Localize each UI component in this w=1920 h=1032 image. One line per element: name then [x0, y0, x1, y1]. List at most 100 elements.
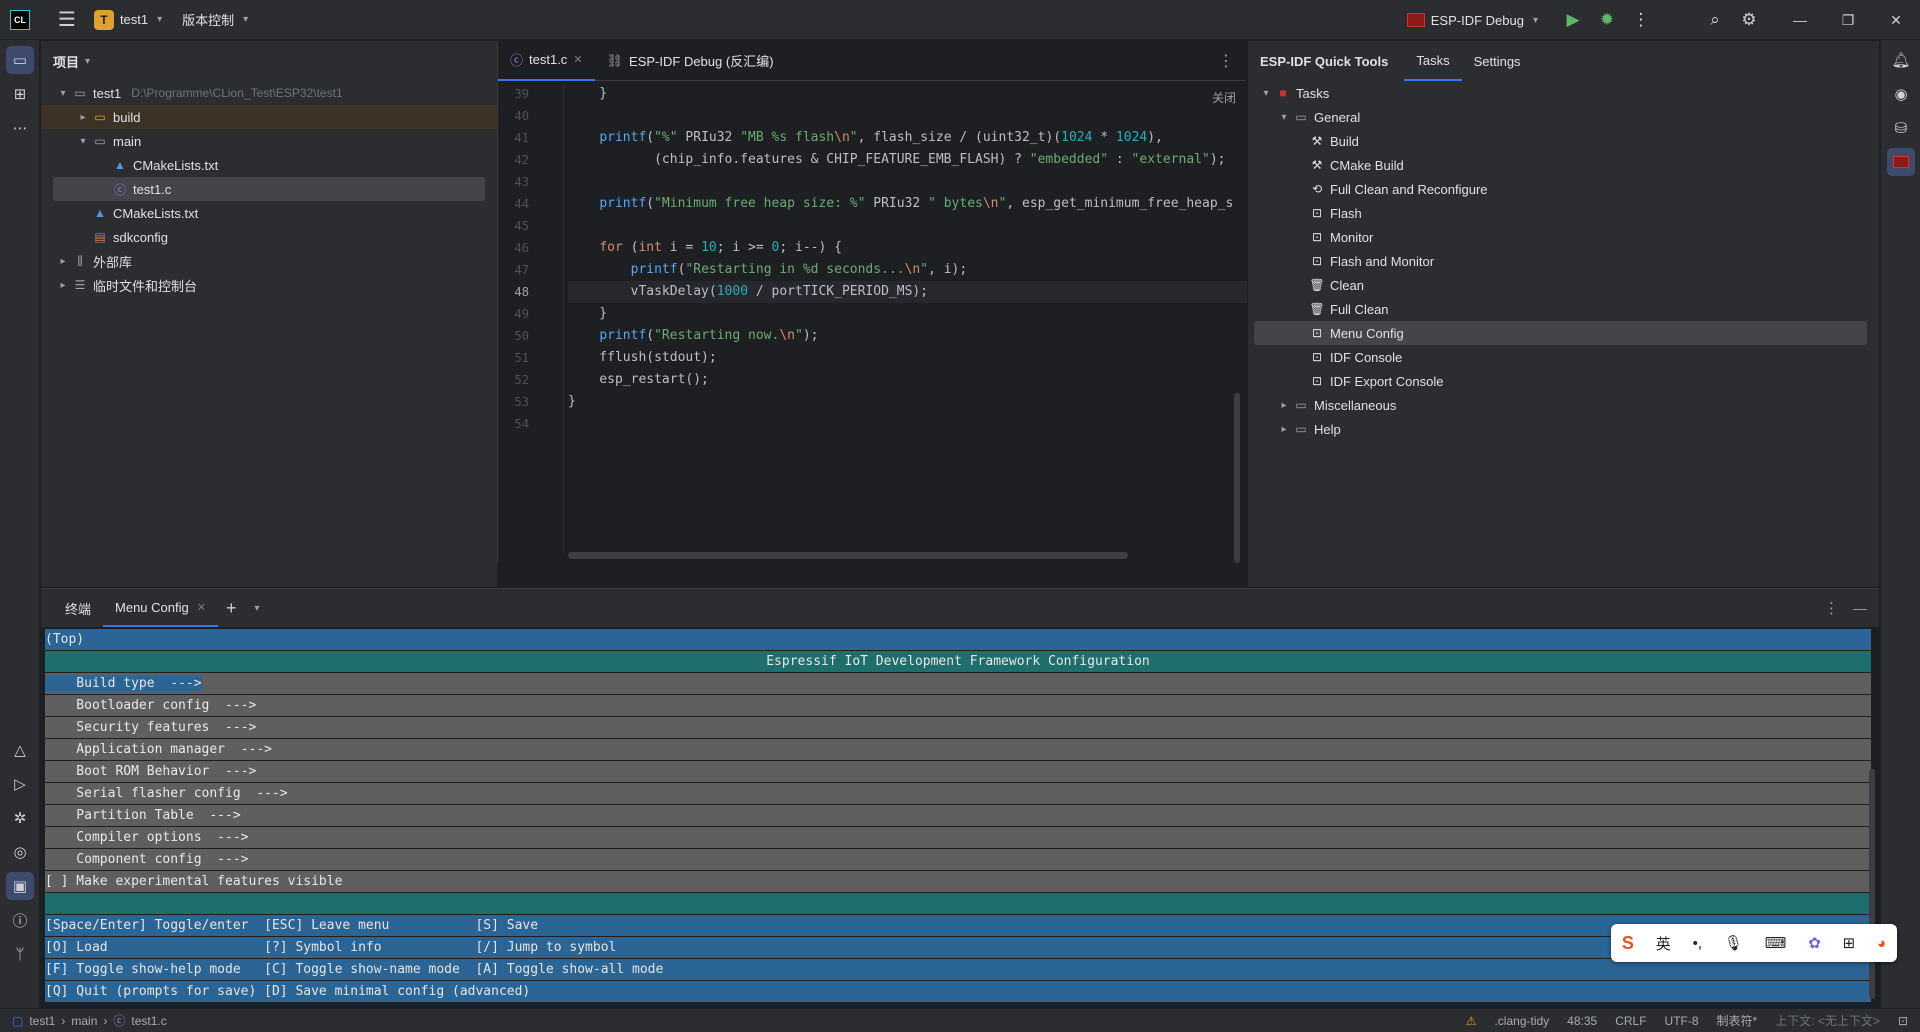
chevron-right-icon[interactable]: ▸ [55, 256, 71, 267]
menuconfig-item[interactable]: [ ] Make experimental features visible [45, 871, 1871, 893]
task-menu-config[interactable]: ⊡ Menu Config [1254, 321, 1867, 345]
project-switcher[interactable]: T test1 ▾ [93, 9, 162, 30]
breadcrumb-item[interactable]: test1.c [131, 1014, 166, 1028]
tree-node-main-cmakelists[interactable]: ▲ CMakeLists.txt [41, 153, 497, 177]
chevron-down-icon[interactable]: ▾ [55, 88, 71, 99]
indent-setting[interactable]: 制表符* [1717, 1012, 1758, 1029]
project-panel-header[interactable]: 项目 ▾ [41, 41, 497, 81]
project-folder-icon[interactable]: ▭ [6, 46, 34, 74]
git-icon[interactable]: ᛘ [6, 940, 34, 968]
menuconfig-item[interactable]: Component config ---> [45, 849, 1871, 871]
keyboard-icon[interactable]: ⌨ [1765, 934, 1787, 952]
task-cmake-build[interactable]: ⚒ CMake Build [1248, 153, 1879, 177]
chevron-right-icon[interactable]: ▸ [1276, 424, 1292, 435]
more-tools-icon[interactable]: ⋯ [6, 114, 34, 142]
horizontal-scrollbar[interactable] [568, 552, 1128, 559]
chevron-right-icon[interactable]: ▸ [75, 112, 91, 123]
minimize-panel-icon[interactable]: — [1853, 600, 1867, 616]
more-icon[interactable]: ⋮ [1218, 51, 1234, 71]
debug-tool-icon[interactable]: ✲ [6, 804, 34, 832]
toolbox-icon[interactable]: ⊞ [1843, 934, 1856, 952]
close-icon[interactable]: ✕ [573, 53, 582, 66]
terminal-scrollbar[interactable] [1869, 769, 1875, 999]
tab-terminal[interactable]: 终端 [53, 589, 103, 627]
tree-node-tasks[interactable]: ▾ ■ Tasks [1248, 81, 1879, 105]
more-icon[interactable]: ⋮ [1624, 10, 1658, 30]
tab-disassembly[interactable]: ⛓ ESP-IDF Debug (反汇编) [595, 41, 786, 81]
breadcrumb-item[interactable]: test1 [29, 1014, 55, 1028]
structure-icon[interactable]: ⊞ [6, 80, 34, 108]
notifications-icon[interactable]: 🔔︎ [1887, 46, 1915, 74]
task-idf-console[interactable]: ⊡ IDF Console [1248, 345, 1879, 369]
tab-tasks[interactable]: Tasks [1404, 41, 1462, 81]
task-flash-and-monitor[interactable]: ⊡ Flash and Monitor [1248, 249, 1879, 273]
breadcrumb-item[interactable]: main [71, 1014, 97, 1028]
esp-idf-tool-icon[interactable] [1887, 148, 1915, 176]
terminal-icon[interactable]: ▣ [6, 872, 34, 900]
line-ending[interactable]: CRLF [1615, 1014, 1646, 1028]
code-area[interactable]: 39 40 41 42 43 44 45 46 47 48 49 50 51 5… [498, 83, 1247, 553]
tree-node-help[interactable]: ▸ ▭ Help [1248, 417, 1879, 441]
chevron-right-icon[interactable]: ▸ [55, 280, 71, 291]
close-icon[interactable]: ✕ [197, 601, 206, 614]
tree-node-build[interactable]: ▸ ▭ build [41, 105, 497, 129]
menuconfig-item[interactable]: Partition Table ---> [45, 805, 1871, 827]
search-icon[interactable]: ⌕ [1698, 10, 1732, 30]
menuconfig-item[interactable]: Bootloader config ---> [45, 695, 1871, 717]
tree-node-general[interactable]: ▾ ▭ General [1248, 105, 1879, 129]
menuconfig-item[interactable]: Serial flasher config ---> [45, 783, 1871, 805]
tree-node-miscellaneous[interactable]: ▸ ▭ Miscellaneous [1248, 393, 1879, 417]
punctuation-icon[interactable]: •, [1693, 935, 1702, 952]
tree-node-test1-c[interactable]: ⓒ test1.c [53, 177, 485, 201]
services-icon[interactable]: ◎ [6, 838, 34, 866]
skin-icon[interactable]: ✿ [1808, 934, 1821, 952]
menuconfig-item[interactable]: Compiler options ---> [45, 827, 1871, 849]
warning-triangle-icon[interactable]: △ [6, 736, 34, 764]
run-tool-icon[interactable]: ▷ [6, 770, 34, 798]
tree-node-sdkconfig[interactable]: ▤ sdkconfig [41, 225, 497, 249]
database-icon[interactable]: ⛁ [1887, 114, 1915, 142]
linter-status[interactable]: .clang-tidy [1494, 1014, 1549, 1028]
minimize-icon[interactable]: — [1776, 12, 1824, 28]
main-menu-icon[interactable]: ☰ [58, 7, 76, 32]
task-flash[interactable]: ⊡ Flash [1248, 201, 1879, 225]
sogou-logo-icon[interactable]: S [1622, 933, 1634, 954]
tab-menu-config[interactable]: Menu Config ✕ [103, 589, 218, 627]
menuconfig-item[interactable]: Security features ---> [45, 717, 1871, 739]
chevron-right-icon[interactable]: ▸ [1276, 400, 1292, 411]
tree-node-cmakelists[interactable]: ▲ CMakeLists.txt [41, 201, 497, 225]
menuconfig-item[interactable]: Application manager ---> [45, 739, 1871, 761]
task-clean[interactable]: 🗑︎ Clean [1248, 273, 1879, 297]
task-full-clean[interactable]: 🗑︎ Full Clean [1248, 297, 1879, 321]
tree-node-test1[interactable]: ▾ ▭ test1 D:\Programme\CLion_Test\ESP32\… [41, 81, 497, 105]
mascot-icon[interactable]: ◕ [1877, 935, 1886, 952]
tab-settings[interactable]: Settings [1462, 41, 1533, 81]
menuconfig-item-selected[interactable]: Build type ---> [45, 673, 1871, 695]
ime-lang-toggle[interactable]: 英 [1656, 933, 1671, 954]
chevron-down-icon[interactable]: ▾ [254, 603, 259, 614]
tree-node-main[interactable]: ▾ ▭ main [41, 129, 497, 153]
menuconfig-item[interactable]: Boot ROM Behavior ---> [45, 761, 1871, 783]
close-icon[interactable]: ✕ [1872, 12, 1920, 29]
task-monitor[interactable]: ⊡ Monitor [1248, 225, 1879, 249]
context-label[interactable]: 上下文: <无上下文> [1775, 1012, 1880, 1029]
ai-assistant-icon[interactable]: ◉ [1887, 80, 1915, 108]
microphone-icon[interactable]: 🎙︎ [1724, 934, 1743, 952]
vertical-scrollbar[interactable] [1234, 393, 1240, 563]
menuconfig-screen[interactable]: (Top) Espressif IoT Development Framewor… [45, 629, 1871, 1003]
restore-icon[interactable]: ❐ [1824, 12, 1872, 29]
tree-node-external-libs[interactable]: ▸ ⫼ 外部库 [41, 249, 497, 273]
chevron-down-icon[interactable]: ▾ [1258, 88, 1274, 99]
more-icon[interactable]: ⋮ [1824, 599, 1839, 617]
tree-node-scratches[interactable]: ▸ ☰ 临时文件和控制台 [41, 273, 497, 297]
lock-icon[interactable]: ⊡ [1898, 1014, 1908, 1028]
chevron-down-icon[interactable]: ▾ [75, 136, 91, 147]
run-config-selector[interactable]: ESP-IDF Debug ▾ [1406, 13, 1538, 28]
warning-icon[interactable]: ⚠ [1466, 1014, 1477, 1028]
add-tab-icon[interactable]: + [226, 598, 237, 619]
debug-icon[interactable]: ✹ [1590, 10, 1624, 30]
problems-icon[interactable]: ⓘ [6, 906, 34, 934]
chevron-down-icon[interactable]: ▾ [1276, 112, 1292, 123]
vcs-menu[interactable]: 版本控制 ▾ [182, 10, 248, 29]
task-idf-export-console[interactable]: ⊡ IDF Export Console [1248, 369, 1879, 393]
